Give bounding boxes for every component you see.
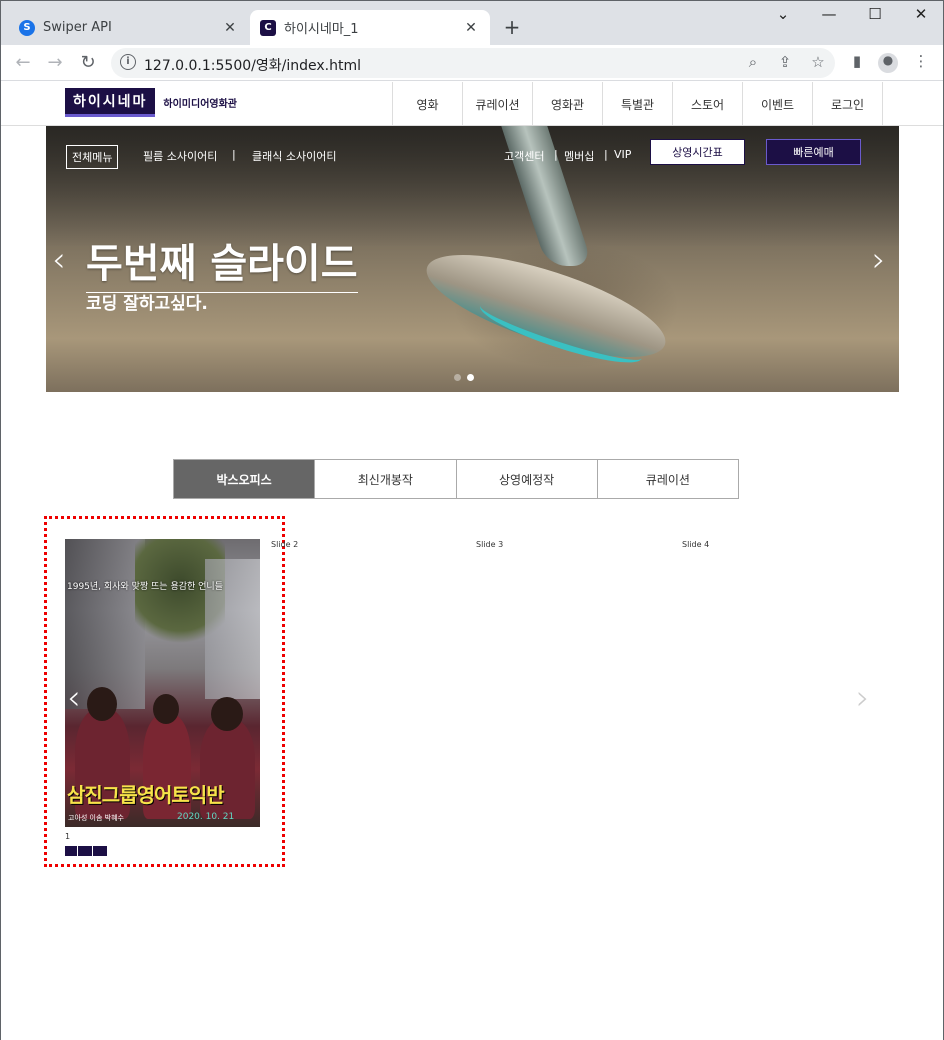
pagination-dot[interactable]	[454, 374, 461, 381]
nav-item-theater[interactable]: 영화관	[533, 82, 603, 126]
vip-link[interactable]: VIP	[614, 148, 631, 161]
side-panel-icon[interactable]: ▮	[846, 52, 868, 74]
tab-strip: S Swiper API ✕ C 하이시네마_1 ✕ + ⌄ — ☐ ✕	[1, 1, 943, 45]
browser-window: S Swiper API ✕ C 하이시네마_1 ✕ + ⌄ — ☐ ✕ ← →…	[0, 0, 944, 1040]
browser-tab-cinema[interactable]: C 하이시네마_1 ✕	[250, 10, 490, 45]
tab-box-office[interactable]: 박스오피스	[174, 460, 316, 498]
hero-prev-arrow-icon[interactable]: ‹	[52, 240, 66, 280]
membership-link[interactable]: 멤버십	[564, 148, 594, 164]
nav-item-curation[interactable]: 큐레이션	[463, 82, 533, 126]
slide-label: Slide 3	[476, 540, 504, 549]
back-icon[interactable]: ←	[11, 51, 35, 75]
quick-booking-button[interactable]: 빠른예매	[766, 139, 861, 165]
close-icon[interactable]: ✕	[462, 20, 480, 36]
close-icon[interactable]: ✕	[221, 20, 239, 36]
slide-label: Slide 2	[271, 540, 299, 549]
logo-sub: 하이미디어영화관	[163, 98, 238, 110]
badge-icon	[78, 846, 92, 856]
c-icon: C	[260, 19, 276, 36]
timetable-button[interactable]: 상영시간표	[650, 139, 745, 165]
movie-poster[interactable]: 1995년, 회사와 맞짱 뜨는 용감한 언니들 삼진그룹영어토익반 고아성 이…	[65, 539, 260, 827]
reload-icon[interactable]: ↻	[76, 51, 100, 75]
badge-icon	[93, 846, 107, 856]
hero-subtitle: 코딩 잘하고싶다.	[86, 294, 208, 314]
share-icon[interactable]: ⇪	[775, 53, 795, 73]
tab-title: 하이시네마_1	[284, 22, 359, 37]
movie-badges	[65, 846, 107, 856]
page-content: 하이시네마 하이미디어영화관 영화 큐레이션 영화관 특별관 스토어 이벤트 로…	[1, 82, 943, 1040]
poster-title: 삼진그룹영어토익반	[67, 783, 225, 807]
tab-title: Swiper API	[43, 20, 112, 35]
poster-cast: 고아성 이솜 박혜수	[68, 814, 124, 822]
info-icon[interactable]: i	[120, 54, 136, 70]
browser-toolbar: ← → ↻ i 127.0.0.1:5500/영화/index.html ⌕ ⇪…	[1, 45, 943, 81]
browser-tab-swiper[interactable]: S Swiper API ✕	[9, 10, 249, 45]
poster-tagline: 1995년, 회사와 맞짱 뜨는 용감한 언니들	[67, 582, 223, 592]
tab-latest-release[interactable]: 최신개봉작	[315, 460, 457, 498]
all-menu-button[interactable]: 전체메뉴	[66, 145, 119, 169]
site-logo[interactable]: 하이시네마 하이미디어영화관	[65, 87, 238, 117]
hero-title: 두번째 슬라이드	[86, 231, 358, 293]
hero-slider: 전체메뉴 필름 소사이어티 | 클래식 소사이어티 고객센터 | 멤버십 | V…	[46, 126, 899, 392]
movie-tabs: 박스오피스 최신개봉작 상영예정작 큐레이션	[173, 459, 739, 499]
new-tab-icon[interactable]: +	[501, 15, 523, 39]
customer-center-link[interactable]: 고객센터	[504, 148, 544, 164]
nav-item-event[interactable]: 이벤트	[743, 82, 813, 126]
nav-item-login[interactable]: 로그인	[813, 82, 883, 126]
nav-item-movie[interactable]: 영화	[393, 82, 463, 126]
film-society-link[interactable]: 필름 소사이어티	[143, 148, 217, 164]
hero-pagination	[454, 374, 474, 381]
bookmark-star-icon[interactable]: ☆	[808, 53, 828, 73]
slide-label: Slide 4	[682, 540, 710, 549]
maximize-icon[interactable]: ☐	[863, 5, 887, 27]
profile-icon[interactable]: ●	[878, 53, 898, 73]
zoom-icon[interactable]: ⌕	[743, 53, 763, 73]
tab-curation[interactable]: 큐레이션	[597, 460, 738, 498]
hero-next-arrow-icon[interactable]: ›	[872, 240, 886, 280]
site-header: 하이시네마 하이미디어영화관 영화 큐레이션 영화관 특별관 스토어 이벤트 로…	[1, 82, 943, 126]
menu-kebab-icon[interactable]: ⋮	[910, 52, 932, 74]
nav-item-store[interactable]: 스토어	[673, 82, 743, 126]
address-bar[interactable]: i 127.0.0.1:5500/영화/index.html ⌕ ⇪ ☆	[111, 48, 835, 78]
classic-society-link[interactable]: 클래식 소사이어티	[252, 148, 336, 164]
tab-upcoming[interactable]: 상영예정작	[456, 460, 598, 498]
nav-item-special[interactable]: 특별관	[603, 82, 673, 126]
pagination-dot-active[interactable]	[467, 374, 474, 381]
forward-icon[interactable]: →	[43, 51, 67, 75]
logo-main: 하이시네마	[65, 87, 156, 117]
movie-next-arrow-icon[interactable]: ›	[856, 678, 870, 718]
window-close-icon[interactable]: ✕	[909, 5, 933, 27]
url-text[interactable]: 127.0.0.1:5500/영화/index.html	[144, 55, 361, 75]
swiper-icon: S	[19, 19, 35, 36]
movie-prev-arrow-icon[interactable]: ‹	[67, 678, 81, 718]
minimize-icon[interactable]: —	[817, 5, 841, 27]
badge-icon	[65, 846, 77, 856]
tab-search-icon[interactable]: ⌄	[771, 5, 795, 27]
movie-rank: 1	[65, 832, 71, 841]
main-nav: 영화 큐레이션 영화관 특별관 스토어 이벤트 로그인	[392, 82, 883, 126]
poster-release-date: 2020. 10. 21	[177, 812, 235, 822]
